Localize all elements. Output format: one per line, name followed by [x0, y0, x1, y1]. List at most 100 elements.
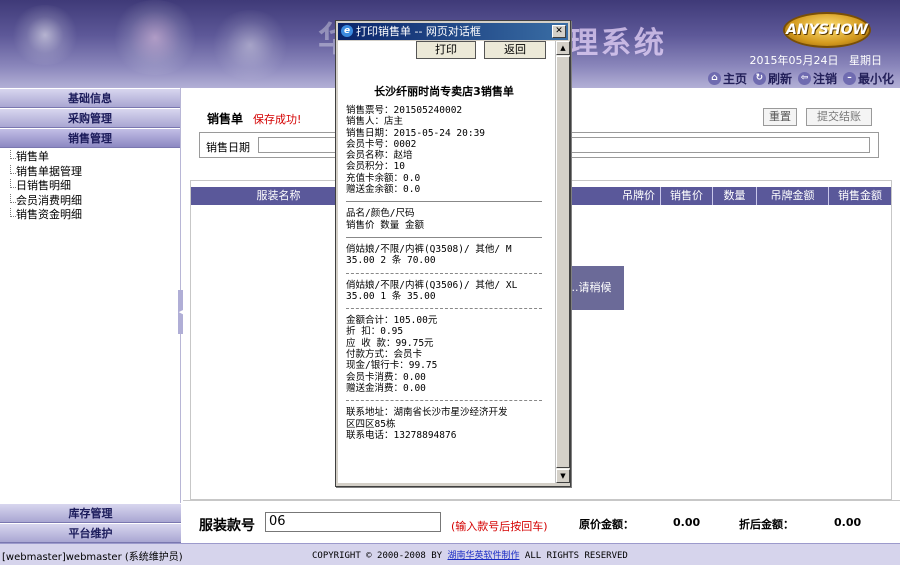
- sku-hint: (输入款号后按回车): [451, 520, 548, 533]
- anyshow-logo: ANYSHOW: [783, 12, 871, 48]
- col-tag-amount: 吊牌金额: [757, 187, 829, 205]
- save-message: 保存成功!: [253, 113, 302, 126]
- receipt-item: 35.00 2 条 70.00: [346, 255, 436, 267]
- minimize-label: 最小化: [857, 72, 894, 86]
- receipt-item: 俏姑娘/不限/内裤(Q3508)/ 其他/ M: [346, 243, 512, 255]
- receipt-summary-line: 金额合计：105.00元: [346, 315, 438, 327]
- logout-button[interactable]: ⇦ 注销: [797, 70, 837, 87]
- print-dialog: e 打印销售单 -- 网页对话框 ✕ 打印 返回 长沙纤丽时尚专卖店3销售单 销…: [335, 20, 571, 487]
- receipt-contact-line: 联系地址：湖南省长沙市星沙经济开发: [346, 407, 508, 419]
- sidebar-bottom: 库存管理 平台维护: [0, 503, 181, 543]
- receipt-contact-line: 联系电话：13278894876: [346, 429, 457, 441]
- app-title-right: 理系统: [568, 26, 667, 61]
- copyright-link[interactable]: 湖南华英软件制作: [447, 551, 519, 561]
- refresh-label: 刷新: [767, 72, 792, 86]
- receipt-info-line: 赠送金余额：0.0: [346, 184, 421, 196]
- col-tag-price: 吊牌价: [617, 187, 661, 205]
- discount-amount-value: 0.00: [834, 516, 862, 529]
- col-quantity: 数量: [713, 187, 757, 205]
- receipt-info-line: 销售票号：201505240002: [346, 105, 463, 116]
- submenu-sales-funds[interactable]: 销售资金明细: [10, 208, 180, 223]
- receipt-summary-line: 应 收 款：99.75元: [346, 337, 434, 349]
- minimize-icon: –: [842, 72, 856, 85]
- home-button[interactable]: ⌂ 主页: [707, 70, 747, 87]
- dialog-titlebar[interactable]: e 打印销售单 -- 网页对话框 ✕: [338, 23, 568, 40]
- submenu-sales-docs[interactable]: 销售单据管理: [10, 164, 180, 180]
- receipt-table-head: 销售价 数量 金额: [346, 219, 424, 231]
- receipt-info-line: 销售人：店主: [346, 116, 404, 128]
- logout-icon: ⇦: [797, 72, 811, 85]
- receipt-item: 俏姑娘/不限/内裤(Q3506)/ 其他/ XL: [346, 279, 518, 291]
- receipt-summary-line: 现金/银行卡：99.75: [346, 360, 438, 372]
- receipt-contact-line: 区四区85栋: [346, 418, 396, 430]
- sales-date-label: 销售日期: [206, 141, 250, 154]
- copyright: COPYRIGHT © 2000-2008 BY 湖南华英软件制作 ALL RI…: [312, 548, 628, 561]
- receipt-divider: [346, 201, 542, 203]
- col-sale-amount: 销售金额: [838, 189, 882, 202]
- receipt: 长沙纤丽时尚专卖店3销售单 销售票号：201505240002 销售人：店主 销…: [346, 77, 542, 441]
- receipt-summary-line: 会员卡消费：0.00: [346, 371, 426, 383]
- receipt-summary-line: 折 扣：0.95: [346, 326, 404, 338]
- current-user: [webmaster]webmaster (系统维护员): [2, 552, 183, 563]
- receipt-divider: [346, 236, 542, 238]
- receipt-info-line: 会员卡号：0002: [346, 138, 417, 150]
- receipt-table-head: 品名/颜色/尺码: [346, 208, 415, 220]
- receipt-info-line: 销售日期：2015-05-24 20:39: [346, 127, 486, 139]
- footer: [webmaster]webmaster (系统维护员) COPYRIGHT ©…: [0, 543, 900, 565]
- submenu-member-consumption[interactable]: 会员消费明细: [10, 193, 180, 209]
- receipt-summary-line: 付款方式：会员卡: [346, 349, 423, 361]
- receipt-divider: [346, 308, 542, 310]
- original-amount-value: 0.00: [673, 516, 701, 529]
- reset-button[interactable]: 重置: [763, 108, 797, 126]
- copyright-suffix: ALL RIGHTS RESERVED: [519, 551, 628, 561]
- refresh-icon: ↻: [752, 72, 766, 85]
- sidebar: 基础信息 采购管理 销售管理 销售单 销售单据管理 日销售明细 会员消费明细 销…: [0, 88, 181, 543]
- receipt-info-line: 会员名称：赵培: [346, 150, 413, 162]
- firework-decoration: [110, 0, 200, 75]
- scroll-thumb[interactable]: [556, 56, 570, 468]
- top-toolbar: ⌂ 主页 ↻ 刷新 ⇦ 注销 – 最小化: [707, 70, 894, 87]
- receipt-divider: [346, 400, 542, 402]
- header-date: 2015年05月24日 星期日: [750, 52, 883, 68]
- print-button[interactable]: 打印: [416, 41, 476, 59]
- ie-icon: e: [341, 25, 353, 37]
- home-label: 主页: [722, 72, 747, 86]
- dialog-close-button[interactable]: ✕: [552, 25, 566, 38]
- submit-checkout-button[interactable]: 提交结账: [806, 108, 872, 126]
- sku-label: 服装款号: [199, 518, 255, 534]
- menu-sales[interactable]: 销售管理: [0, 128, 180, 148]
- receipt-info-line: 充值卡余额：0.0: [346, 172, 421, 184]
- copyright-prefix: COPYRIGHT © 2000-2008 BY: [312, 551, 448, 561]
- menu-purchase[interactable]: 采购管理: [0, 108, 180, 128]
- sku-input[interactable]: 06: [265, 512, 441, 532]
- sales-submenu: 销售单 销售单据管理 日销售明细 会员消费明细 销售资金明细: [0, 148, 180, 223]
- firework-decoration: [10, 5, 80, 65]
- firework-decoration: [210, 10, 290, 80]
- menu-inventory[interactable]: 库存管理: [0, 503, 181, 523]
- receipt-info-line: 会员积分：10: [346, 161, 405, 173]
- discount-amount-label: 折后金额：: [739, 518, 794, 531]
- dialog-scrollbar[interactable]: ▲ ▼: [555, 41, 570, 483]
- home-icon: ⌂: [707, 72, 721, 85]
- col-sale-price: 销售价: [661, 187, 713, 205]
- weekday-text: 星期日: [849, 54, 882, 67]
- receipt-item: 35.00 1 条 35.00: [346, 290, 436, 302]
- date-text: 2015年05月24日: [749, 54, 839, 67]
- submenu-sales-order[interactable]: 销售单: [10, 150, 180, 165]
- dialog-title: 打印销售单 -- 网页对话框: [356, 25, 481, 38]
- scroll-down-icon[interactable]: ▼: [556, 469, 570, 483]
- logout-label: 注销: [812, 72, 837, 86]
- scroll-up-icon[interactable]: ▲: [556, 41, 570, 55]
- receipt-divider: [346, 272, 542, 274]
- back-button[interactable]: 返回: [484, 41, 546, 59]
- form-title: 销售单: [207, 112, 244, 126]
- menu-basic-info[interactable]: 基础信息: [0, 88, 180, 108]
- original-amount-label: 原价金额：: [579, 518, 634, 531]
- submenu-daily-sales[interactable]: 日销售明细: [10, 179, 180, 194]
- receipt-summary-line: 赠送金消费：0.00: [346, 382, 426, 394]
- minimize-button[interactable]: – 最小化: [842, 70, 894, 87]
- menu-platform[interactable]: 平台维护: [0, 523, 181, 543]
- sku-bar: 服装款号 06 (输入款号后按回车) 原价金额： 0.00 折后金额： 0.00: [183, 500, 900, 543]
- dialog-content: 打印 返回 长沙纤丽时尚专卖店3销售单 销售票号：201505240002 销售…: [338, 41, 556, 483]
- refresh-button[interactable]: ↻ 刷新: [752, 70, 792, 87]
